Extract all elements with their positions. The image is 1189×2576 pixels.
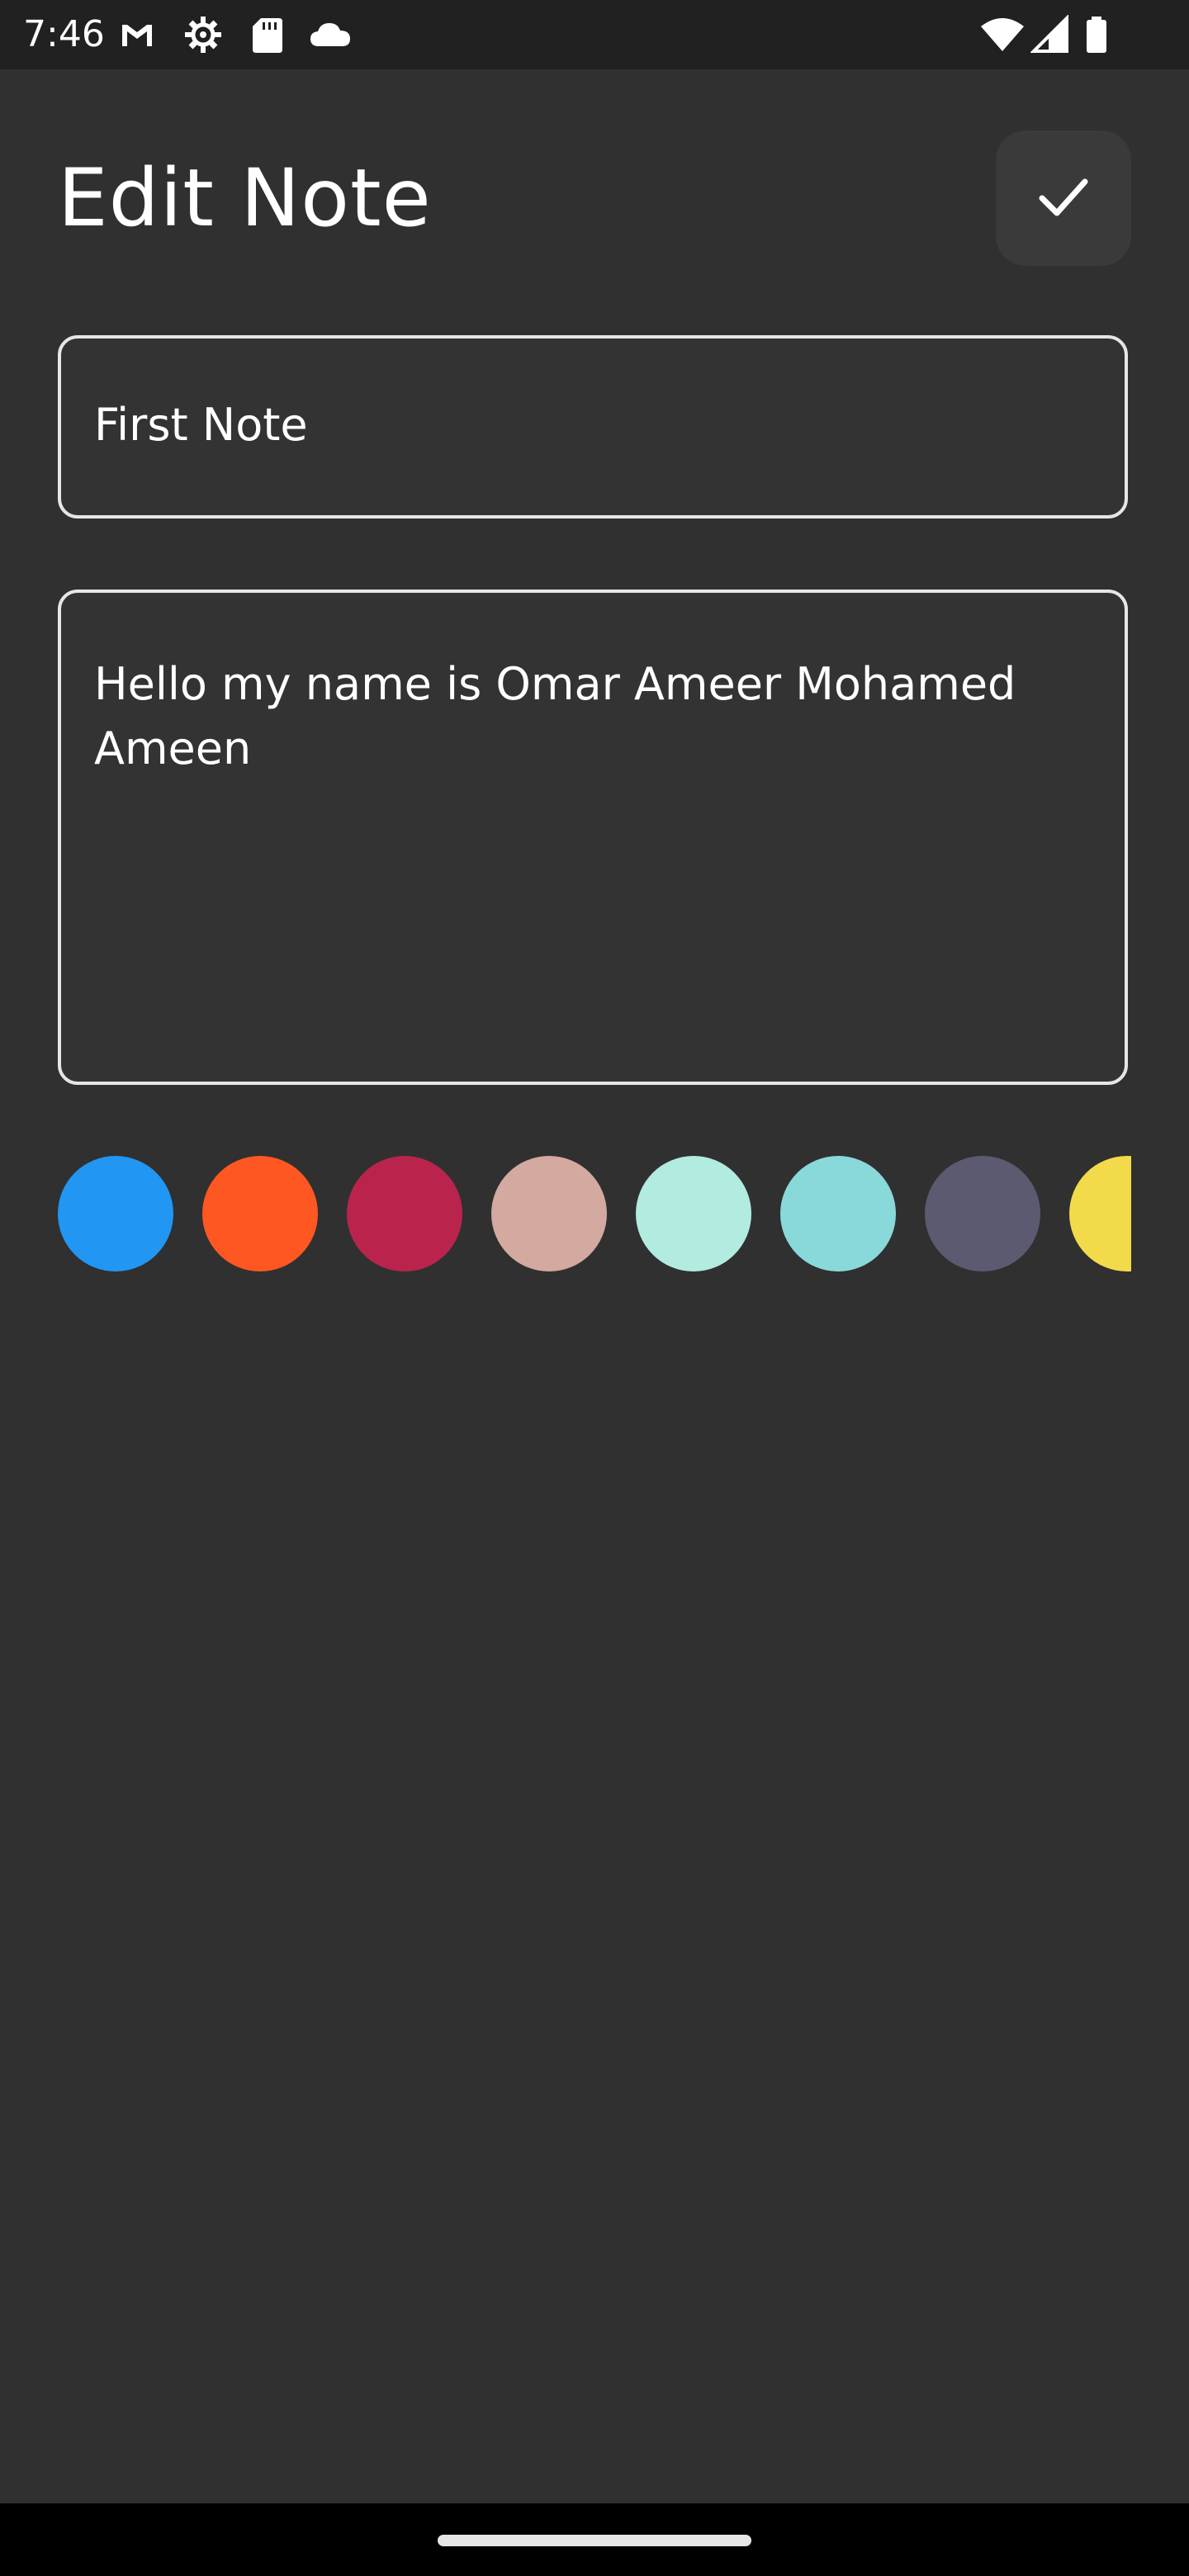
navigation-bar: [0, 2503, 1189, 2576]
color-swatch[interactable]: [202, 1156, 318, 1271]
settings-icon: [183, 15, 223, 54]
note-content-field[interactable]: Hello my name is Omar Ameer Mohamed Amee…: [58, 590, 1128, 1085]
sd-card-icon: [248, 15, 287, 54]
status-bar: 7:46: [0, 0, 1189, 69]
color-swatch[interactable]: [58, 1156, 173, 1271]
page-title: Edit Note: [58, 152, 432, 244]
save-button[interactable]: [996, 130, 1131, 266]
signal-icon: [1030, 14, 1070, 54]
color-swatch[interactable]: [347, 1156, 462, 1271]
color-swatch[interactable]: [491, 1156, 607, 1271]
color-swatch[interactable]: [925, 1156, 1040, 1271]
home-indicator[interactable]: [438, 2535, 751, 2546]
note-title-field[interactable]: First Note: [58, 335, 1128, 519]
color-swatch[interactable]: [636, 1156, 751, 1271]
note-title-value: First Note: [94, 399, 308, 451]
battery-icon: [1083, 15, 1123, 54]
color-picker: [58, 1156, 1131, 1271]
color-swatch[interactable]: [1069, 1156, 1131, 1271]
status-time: 7:46: [23, 13, 105, 55]
color-swatch[interactable]: [780, 1156, 896, 1271]
wifi-icon: [979, 15, 1024, 54]
edit-note-screen: Edit Note First Note Hello my name is Om…: [0, 69, 1189, 2503]
note-content-value: Hello my name is Omar Ameer Mohamed Amee…: [94, 658, 1030, 774]
gmail-icon: [117, 15, 157, 54]
cloud-icon: [307, 15, 350, 54]
check-icon: [1034, 167, 1093, 230]
